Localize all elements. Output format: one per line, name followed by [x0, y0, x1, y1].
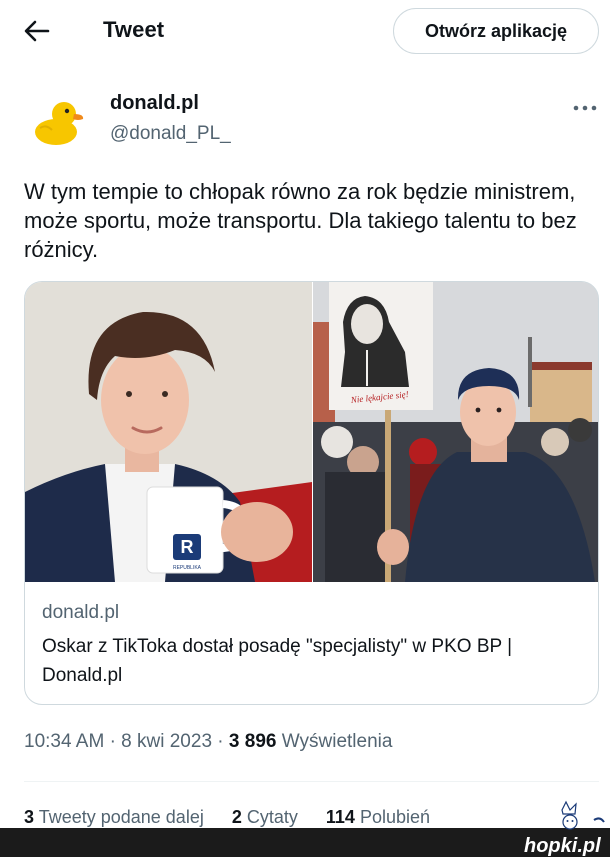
card-image-left: R REPUBLIKA — [25, 282, 312, 582]
watermark-text: hopki.pl — [524, 835, 601, 857]
quotes-label: Cytaty — [246, 807, 298, 827]
quotes-stat[interactable]: 2 Cytaty — [232, 807, 298, 828]
tweet-time[interactable]: 10:34 AM — [24, 731, 104, 752]
top-bar: Tweet Otwórz aplikację — [0, 0, 610, 64]
more-horizontal-icon — [573, 105, 597, 111]
tweet-meta: 10:34 AM · 8 kwi 2023 · 3 896 Wyświetlen… — [24, 731, 392, 753]
meta-separator: · — [217, 731, 224, 752]
meta-separator: · — [109, 731, 116, 752]
avatar[interactable] — [28, 92, 88, 152]
link-card[interactable]: R REPUBLIKA Nie lękajcie się! donald.pl … — [24, 281, 599, 705]
open-app-button[interactable]: Otwórz aplikację — [393, 8, 599, 54]
card-domain: donald.pl — [42, 602, 120, 623]
retweets-count: 3 — [24, 807, 35, 827]
card-image[interactable]: R REPUBLIKA Nie lękajcie się! — [25, 282, 598, 582]
tweet-author: donald.pl @donald_PL_ — [0, 88, 610, 152]
likes-count: 114 — [325, 807, 355, 827]
card-image-right: Nie lękajcie się! — [313, 282, 598, 582]
card-title[interactable]: Oskar z TikToka dostał posadę "specjalis… — [42, 632, 587, 690]
engagement-stats: 3 Tweety podane dalej 2 Cytaty 114 Polub… — [24, 807, 453, 828]
mug-brand-text: REPUBLIKA — [173, 565, 202, 571]
retweets-label: Tweety podane dalej — [38, 807, 204, 827]
more-options-button[interactable] — [570, 98, 600, 118]
tweet-text: W tym tempie to chłopak równo za rok będ… — [24, 179, 577, 262]
page-title: Tweet — [103, 17, 165, 42]
views-label: Wyświetlenia — [281, 731, 393, 752]
views-count: 3 896 — [228, 731, 277, 752]
quotes-count: 2 — [231, 807, 242, 827]
divider — [24, 781, 599, 782]
author-display-name[interactable]: donald.pl — [110, 92, 199, 115]
likes-stat[interactable]: 114 Polubień — [326, 807, 430, 828]
likes-label: Polubień — [359, 807, 431, 827]
arrow-left-icon — [24, 20, 50, 42]
retweets-stat[interactable]: 3 Tweety podane dalej — [24, 807, 204, 828]
back-button[interactable] — [20, 16, 54, 46]
author-handle[interactable]: @donald_PL_ — [110, 123, 231, 145]
rubber-duck-logo — [35, 102, 84, 145]
tweet-date[interactable]: 8 kwi 2023 — [121, 731, 212, 752]
svg-text:R: R — [181, 537, 194, 557]
watermark-logo: hopki.pl — [518, 798, 610, 857]
